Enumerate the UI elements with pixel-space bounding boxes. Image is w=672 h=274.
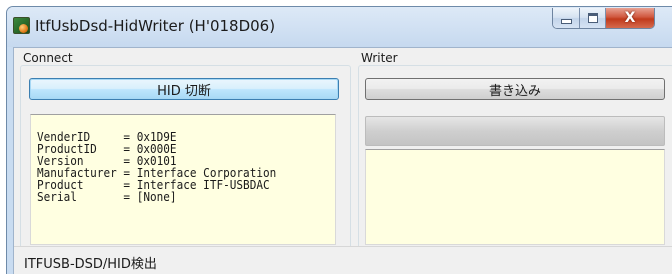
minimize-button[interactable]	[553, 8, 580, 28]
maximize-button[interactable]	[580, 8, 606, 28]
device-info-text: VenderID = 0x1D9E ProductID = 0x000E Ver…	[37, 131, 297, 203]
writer-output-panel	[365, 149, 665, 245]
status-bar: ITFUSB-DSD/HID検出	[14, 246, 672, 274]
app-window: ItfUsbDsd-HidWriter (H'018D06) X Connect…	[6, 6, 672, 274]
device-info-panel: VenderID = 0x1D9E ProductID = 0x000E Ver…	[30, 114, 336, 245]
writer-group-label: Writer	[360, 51, 399, 65]
connect-group-label: Connect	[22, 51, 74, 65]
hid-disconnect-button[interactable]: HID 切断	[29, 78, 339, 100]
write-progress-bar	[365, 116, 665, 146]
status-text: ITFUSB-DSD/HID検出	[24, 257, 157, 272]
maximize-icon	[587, 13, 598, 23]
close-icon: X	[624, 10, 636, 26]
close-button[interactable]: X	[606, 8, 654, 28]
client-area: Connect HID 切断 VenderID = 0x1D9E Product…	[13, 47, 672, 274]
window-controls: X	[552, 8, 655, 29]
write-button[interactable]: 書き込み	[365, 78, 665, 100]
title-bar[interactable]: ItfUsbDsd-HidWriter (H'018D06) X	[7, 7, 672, 47]
window-title: ItfUsbDsd-HidWriter (H'018D06)	[35, 17, 276, 35]
minimize-icon	[560, 18, 572, 24]
app-icon[interactable]	[13, 17, 30, 34]
info-line-serial: Serial = [None]	[37, 190, 177, 204]
